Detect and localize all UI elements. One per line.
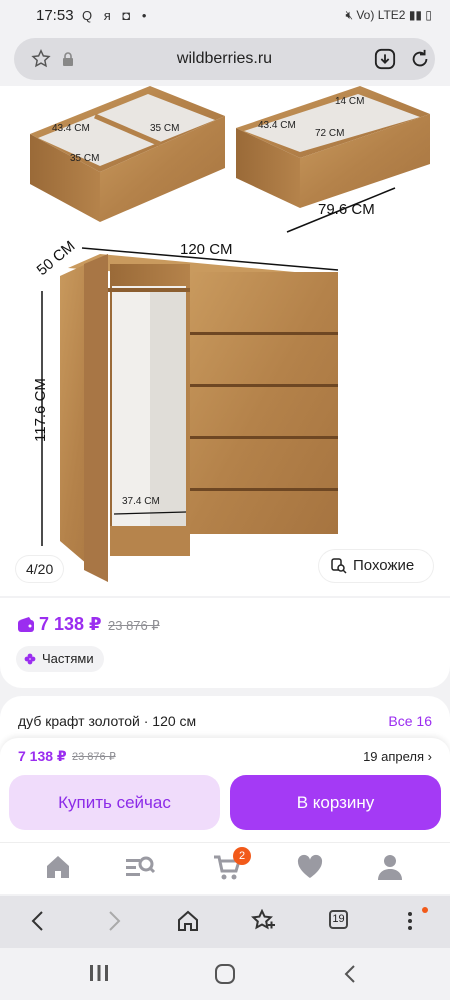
url-text[interactable]: wildberries.ru [14,50,435,68]
wallet-icon [18,617,34,632]
status-time: 17:53 [36,7,74,24]
add-to-cart-button[interactable]: В корзину [230,775,441,830]
dim-height: 117.6 CM [32,378,49,442]
favorites-icon[interactable] [296,853,324,881]
home-icon[interactable] [44,853,72,881]
installments-badge[interactable]: Частями [16,646,104,672]
system-home-icon[interactable] [214,963,236,985]
installments-icon [24,653,36,665]
mute-icon: 🔇︎ [345,8,353,22]
catalog-search-icon[interactable] [124,853,156,881]
product-image[interactable]: 35 CM 35 CM 43.4 CM 72 CM 14 CM 43.4 CM … [0,86,450,596]
bookmarks-icon[interactable] [250,909,276,933]
browser-home-icon[interactable] [176,909,200,933]
all-variants-link[interactable]: Все 16 [388,713,432,729]
drawer-right-image [236,86,430,208]
status-right-icons: 🔇︎ Vo) LTE2 ▮▮ ▯ [345,8,432,23]
dresser-image [60,254,338,582]
similar-button[interactable]: Похожие [319,550,433,582]
delivery-date[interactable]: 19 апреля › [363,749,432,764]
buybar-old-price: 23 876 ₽ [72,751,116,763]
product-gallery[interactable]: 35 CM 35 CM 43.4 CM 72 CM 14 CM 43.4 CM … [0,86,450,596]
browser-toolbar: 19 [0,896,450,948]
dim-drawer-left-depth: 43.4 CM [52,123,90,134]
current-price: 7 138 ₽ [39,614,102,634]
variant-name: дуб крафт золотой · 120 см [18,713,197,729]
signal-icon: ▮▮ [408,8,423,22]
installments-label: Частями [42,651,94,666]
dim-inner: 37.4 CM [122,496,160,507]
status-left-icons: Q я ◘ • [82,8,151,23]
back-icon[interactable] [28,909,48,933]
image-counter: 4/20 [16,556,64,582]
battery-icon: ▯ [425,8,432,22]
system-navigation [0,948,450,1000]
drawer-left-image [30,86,225,222]
network-label: Vo) LTE2 [356,8,406,22]
price-card: 7 138 ₽ 23 876 ₽ Частями [0,598,450,688]
dim-drawer-right-small: 14 CM [335,96,364,107]
forward-icon[interactable] [104,909,124,933]
buy-now-button[interactable]: Купить сейчас [9,775,220,830]
more-menu-icon[interactable] [404,909,416,933]
menu-notification-dot [422,907,428,913]
reload-icon[interactable] [409,48,431,70]
similar-search-icon [331,558,347,574]
system-back-icon[interactable] [342,963,358,985]
dim-drawer-right-width: 79.6 CM [318,201,375,218]
cart-badge: 2 [233,847,251,865]
dim-drawer-left-a: 35 CM [70,153,99,164]
download-icon[interactable] [374,48,396,70]
profile-icon[interactable] [376,853,404,881]
dim-width: 120 CM [180,241,233,258]
purchase-bar: 7 138 ₽ 23 876 ₽ 19 апреля › Купить сейч… [0,738,450,842]
buybar-price: 7 138 ₽ [18,748,67,764]
dim-drawer-right-inner: 72 CM [315,128,344,139]
dim-drawer-right-depth: 43.4 CM [258,120,296,131]
app-tab-bar: 2 [0,842,450,894]
recent-apps-icon[interactable] [88,963,110,983]
dim-drawer-left-b: 35 CM [150,123,179,134]
old-price: 23 876 ₽ [108,618,160,633]
similar-label: Похожие [353,557,415,574]
tabs-button[interactable]: 19 [329,910,348,929]
status-bar: 17:53 Q я ◘ • 🔇︎ Vo) LTE2 ▮▮ ▯ [0,0,450,34]
address-bar[interactable]: wildberries.ru [14,38,435,80]
